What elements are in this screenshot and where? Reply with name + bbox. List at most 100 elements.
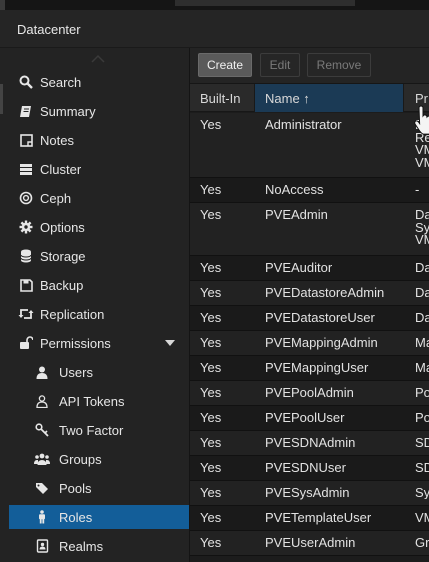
sidebar-item-summary[interactable]: Summary <box>9 99 189 123</box>
sidebar-item-permissions[interactable]: Permissions <box>9 331 189 355</box>
sidebar-item-pools[interactable]: Pools <box>9 476 189 500</box>
table-row[interactable]: YesAdministratorDaReVMVM <box>190 113 429 178</box>
table-row[interactable]: Yes NoAccess - <box>190 178 429 203</box>
table-row[interactable]: Yes PVESDNAdmin SD <box>190 430 429 456</box>
remove-button[interactable]: Remove <box>307 53 371 77</box>
edit-button[interactable]: Edit <box>260 53 300 77</box>
cell-privileges: Da <box>415 312 429 325</box>
sidebar-item-label: Backup <box>40 277 84 293</box>
cell-builtin: Yes <box>200 284 222 300</box>
sidebar-item-cluster[interactable]: Cluster <box>9 157 189 181</box>
sidebar-item-label: Options <box>40 219 85 235</box>
table-row[interactable]: Yes PVEAdmin DaSyVM <box>190 203 429 256</box>
table-row[interactable]: Yes PVEUserAdmin Gr <box>190 530 429 556</box>
cell-name: PVESDNAdmin <box>265 434 356 450</box>
sidebar-item-options[interactable]: Options <box>9 215 189 239</box>
page-title: Datacenter <box>17 22 81 37</box>
address-book-icon <box>31 539 53 553</box>
table-row[interactable]: Yes PVESDNUser SD <box>190 455 429 481</box>
cell-builtin: Yes <box>200 207 222 222</box>
privilege-line: - <box>415 184 420 197</box>
privilege-line: Ma <box>415 336 429 349</box>
cell-builtin: Yes <box>200 359 222 375</box>
cell-name: PVEMappingUser <box>265 359 369 375</box>
database-icon <box>15 249 37 263</box>
sidebar-item-users[interactable]: Users <box>9 360 189 384</box>
cell-privileges: VM <box>415 512 429 525</box>
create-button[interactable]: Create <box>198 53 252 77</box>
cell-privileges: DaSyVM <box>415 209 429 247</box>
grid-header: Built-In Name ↑ Pr <box>190 84 429 112</box>
cell-privileges: Po <box>415 412 429 425</box>
sidebar-item-label: Two Factor <box>59 422 124 438</box>
privilege-line: VM <box>415 154 429 169</box>
cell-name: Administrator <box>265 117 342 132</box>
panel-header: Datacenter <box>0 10 429 48</box>
cell-privileges: Da <box>415 262 429 275</box>
cell-builtin: Yes <box>200 534 222 550</box>
sidebar-item-label: Ceph <box>40 190 72 206</box>
hand-cursor-icon <box>414 105 429 135</box>
cell-name: PVEUserAdmin <box>265 534 356 550</box>
sidebar-item-api-tokens[interactable]: API Tokens <box>9 389 189 413</box>
cell-builtin: Yes <box>200 309 222 325</box>
cell-builtin: Yes <box>200 459 222 475</box>
table-row[interactable]: Yes PVEDatastoreAdmin Da <box>190 280 429 306</box>
caret-down-icon[interactable] <box>165 340 175 346</box>
table-row[interactable]: Yes PVEPoolAdmin Po <box>190 380 429 406</box>
column-header-name[interactable]: Name ↑ <box>255 84 404 112</box>
chevron-up-icon[interactable] <box>90 54 106 64</box>
cell-name: PVEDatastoreAdmin <box>265 284 385 300</box>
ceph-icon <box>15 191 37 205</box>
cell-builtin: Yes <box>200 484 222 500</box>
privilege-line: Sy <box>415 486 429 499</box>
table-row[interactable]: Yes PVEAuditor Da <box>190 255 429 281</box>
table-row[interactable]: Yes PVEMappingAdmin Ma <box>190 330 429 356</box>
tags-icon <box>31 482 53 495</box>
sidebar-item-two-factor[interactable]: Two Factor <box>9 418 189 442</box>
column-header-builtin[interactable]: Built-In <box>190 84 255 112</box>
retweet-icon <box>15 308 37 320</box>
sidebar-item-label: Replication <box>40 306 105 322</box>
server-icon <box>15 163 37 176</box>
cell-privileges: Ma <box>415 337 429 350</box>
male-icon <box>31 510 53 524</box>
sidebar-item-backup[interactable]: Backup <box>9 273 189 297</box>
sidebar-item-search[interactable]: Search <box>9 70 189 94</box>
cell-privileges: Ma <box>415 362 429 375</box>
top-tab[interactable] <box>175 0 355 6</box>
sidebar-item-groups[interactable]: Groups <box>9 447 189 471</box>
table-row[interactable]: Yes PVEMappingUser Ma <box>190 355 429 381</box>
floppy-icon <box>15 278 37 292</box>
table-row[interactable]: Yes PVEDatastoreUser Da <box>190 305 429 331</box>
cell-privileges: Po <box>415 387 429 400</box>
gear-icon <box>15 220 37 234</box>
cell-privileges: SD <box>415 462 429 475</box>
note-icon <box>15 133 37 147</box>
collapse-handle[interactable] <box>0 0 5 10</box>
table-row[interactable]: Yes PVEPoolUser Po <box>190 405 429 431</box>
sidebar-item-notes[interactable]: Notes <box>9 128 189 152</box>
sidebar-item-storage[interactable]: Storage <box>9 244 189 268</box>
sidebar-item-replication[interactable]: Replication <box>9 302 189 326</box>
sidebar-item-label: API Tokens <box>59 393 125 409</box>
sidebar-item-ceph[interactable]: Ceph <box>9 186 189 210</box>
cell-privileges: SD <box>415 437 429 450</box>
privilege-line: SD <box>415 436 429 449</box>
sidebar-item-label: Users <box>59 364 93 380</box>
table-row[interactable]: Yes PVESysAdmin Sy <box>190 480 429 506</box>
sidebar-edge <box>0 84 3 114</box>
search-icon <box>15 75 37 89</box>
unlock-icon <box>15 336 37 350</box>
cell-name: NoAccess <box>265 182 324 197</box>
cell-name: PVEAuditor <box>265 259 333 275</box>
user-outline-icon <box>31 394 53 408</box>
table-row[interactable]: Yes PVETemplateUser VM <box>190 505 429 531</box>
cell-builtin: Yes <box>200 259 222 275</box>
sidebar-item-roles[interactable]: Roles <box>9 505 189 529</box>
privilege-line: VM <box>415 232 429 247</box>
sidebar-item-realms[interactable]: Realms <box>9 534 189 558</box>
sidebar-item-label: Groups <box>59 451 102 467</box>
cell-name: PVESysAdmin <box>265 484 350 500</box>
sidebar-item-label: Roles <box>59 509 93 525</box>
